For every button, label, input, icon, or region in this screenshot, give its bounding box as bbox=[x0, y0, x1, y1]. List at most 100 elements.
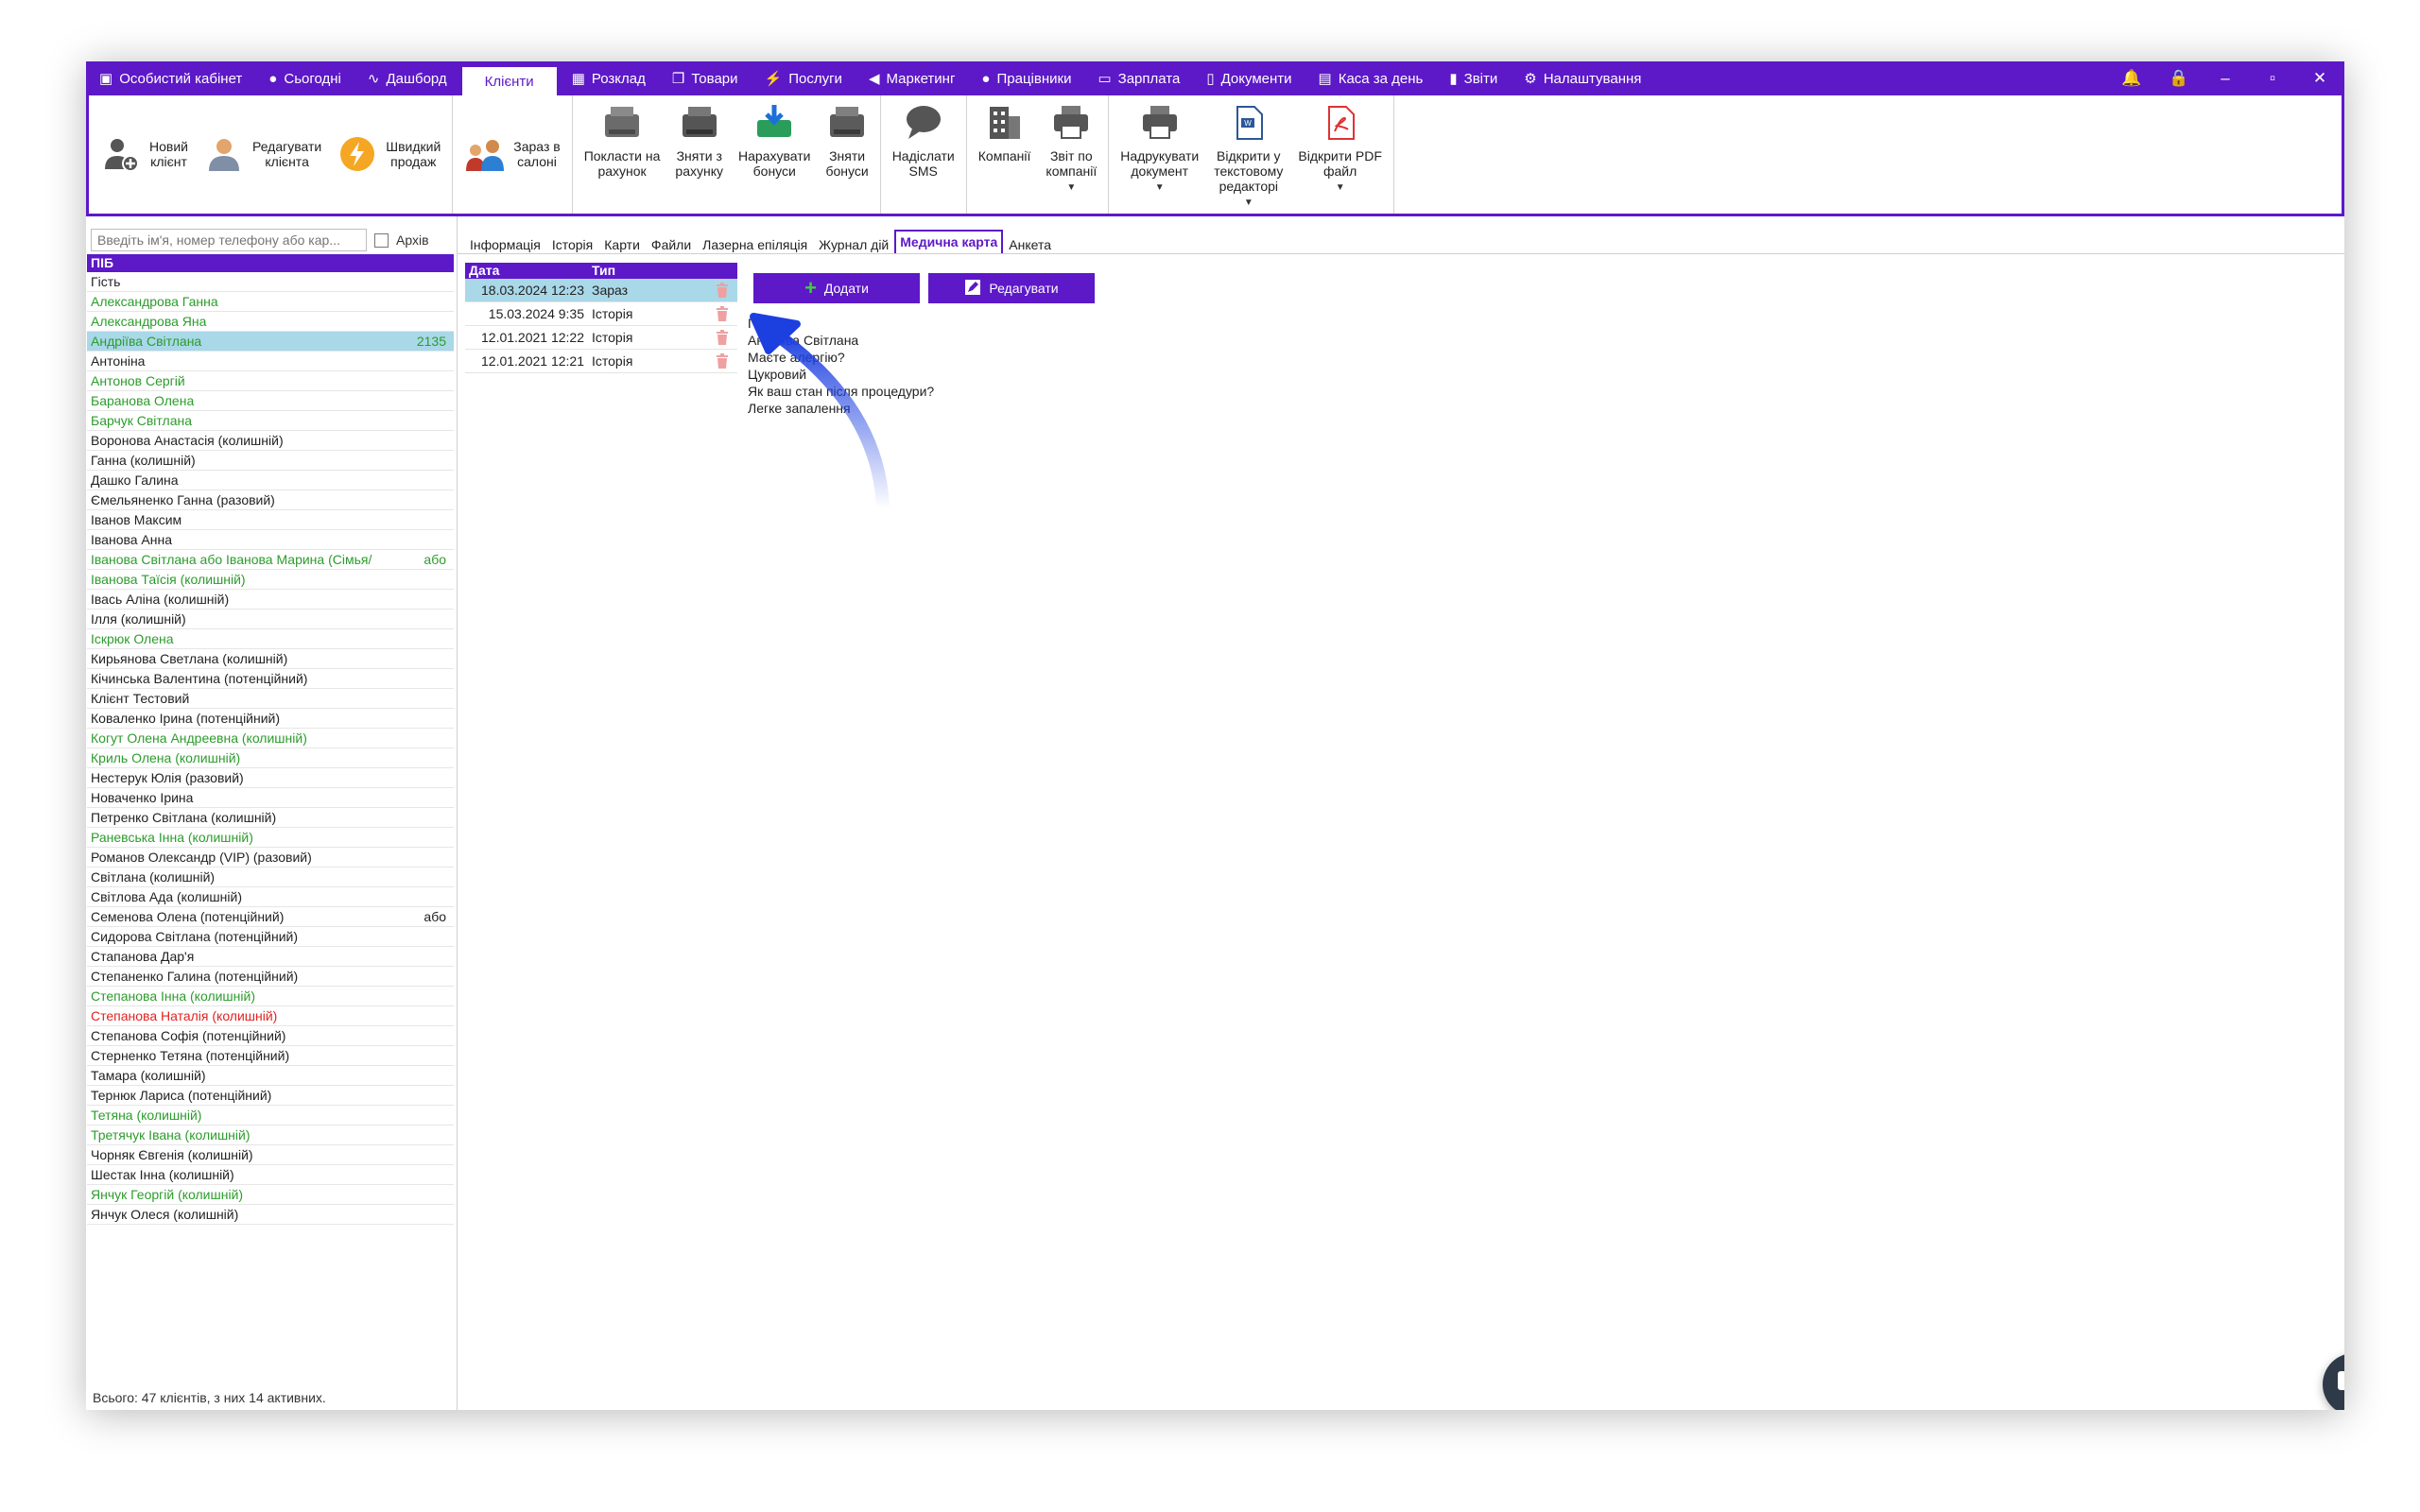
client-row[interactable]: Іванова Таїсія (колишній) bbox=[87, 570, 454, 590]
trash-icon[interactable] bbox=[707, 350, 737, 372]
open-pdf-button[interactable]: Відкрити PDF файл ▼ bbox=[1290, 95, 1389, 196]
client-row[interactable]: Ілля (колишній) bbox=[87, 610, 454, 629]
content-tab-1[interactable]: Історія bbox=[546, 235, 598, 254]
print-document-button[interactable]: Надрукувати документ ▼ bbox=[1113, 95, 1206, 196]
archive-checkbox[interactable] bbox=[374, 232, 389, 248]
menu-tab-1[interactable]: ● Сьогодні bbox=[255, 61, 354, 95]
content-tab-3[interactable]: Файли bbox=[646, 235, 697, 254]
chevron-down-icon[interactable]: ▼ bbox=[1066, 180, 1076, 196]
client-row[interactable]: Андріїва Світлана 2135 bbox=[87, 332, 454, 352]
client-search-input[interactable] bbox=[91, 229, 367, 251]
client-row[interactable]: Тетяна (колишній) bbox=[87, 1106, 454, 1125]
client-row[interactable]: Тернюк Лариса (потенційний) bbox=[87, 1086, 454, 1106]
client-row[interactable]: Ємельяненко Ганна (разовий) bbox=[87, 490, 454, 510]
content-tab-7[interactable]: Анкета bbox=[1003, 235, 1057, 254]
client-row[interactable]: Дашко Галина bbox=[87, 471, 454, 490]
new-client-button[interactable]: Новий клієнт bbox=[93, 131, 196, 177]
quick-sale-button[interactable]: Швидкий продаж bbox=[329, 131, 448, 177]
content-tab-6[interactable]: Медична карта bbox=[894, 230, 1004, 254]
client-row[interactable]: Криль Олена (колишній) bbox=[87, 748, 454, 768]
open-text-editor-button[interactable]: W Відкрити у текстовому редакторі ▼ bbox=[1206, 95, 1290, 211]
client-row[interactable]: Клієнт Тестовий bbox=[87, 689, 454, 709]
client-row[interactable]: Іванов Максим bbox=[87, 510, 454, 530]
content-tab-0[interactable]: Інформація bbox=[464, 235, 546, 254]
client-row[interactable]: Александрова Яна bbox=[87, 312, 454, 332]
client-row[interactable]: Баранова Олена bbox=[87, 391, 454, 411]
client-row[interactable]: Іванова Світлана або Іванова Марина (Сім… bbox=[87, 550, 454, 570]
edit-button[interactable]: Редагувати bbox=[928, 273, 1095, 303]
client-row[interactable]: Коваленко Ірина (потенційний) bbox=[87, 709, 454, 729]
client-row[interactable]: Чорняк Євгенія (колишній) bbox=[87, 1145, 454, 1165]
client-row[interactable]: Янчук Георгій (колишній) bbox=[87, 1185, 454, 1205]
trash-icon[interactable] bbox=[707, 302, 737, 325]
client-row[interactable]: Антоніна bbox=[87, 352, 454, 371]
chevron-down-icon[interactable]: ▼ bbox=[1155, 180, 1165, 196]
bell-icon[interactable]: 🔔 bbox=[2121, 69, 2141, 88]
client-row[interactable]: Стерненко Тетяна (потенційний) bbox=[87, 1046, 454, 1066]
edit-client-button[interactable]: Редагувати клієнта bbox=[196, 131, 329, 177]
client-row[interactable]: Третячук Івана (колишній) bbox=[87, 1125, 454, 1145]
menu-tab-11[interactable]: ▤ Каса за день bbox=[1305, 61, 1437, 95]
menu-tab-0[interactable]: ▣ Особистий кабінет bbox=[86, 61, 255, 95]
menu-tab-13[interactable]: ⚙ Налаштування bbox=[1511, 61, 1654, 95]
in-salon-button[interactable]: Зараз в салоні bbox=[457, 131, 567, 177]
chevron-down-icon[interactable]: ▼ bbox=[1244, 196, 1253, 211]
content-tab-2[interactable]: Карти bbox=[598, 235, 646, 254]
client-row[interactable]: Світлана (колишній) bbox=[87, 868, 454, 887]
client-row[interactable]: Когут Олена Андреевна (колишній) bbox=[87, 729, 454, 748]
client-row[interactable]: Івась Аліна (колишній) bbox=[87, 590, 454, 610]
client-row[interactable]: Барчук Світлана bbox=[87, 411, 454, 431]
trash-icon[interactable] bbox=[707, 279, 737, 301]
trash-icon[interactable] bbox=[707, 326, 737, 349]
deposit-button[interactable]: Покласти на рахунок bbox=[577, 95, 668, 179]
client-row[interactable]: Петренко Світлана (колишній) bbox=[87, 808, 454, 828]
client-row[interactable]: Воронова Анастасія (колишній) bbox=[87, 431, 454, 451]
menu-tab-12[interactable]: ▮ Звіти bbox=[1436, 61, 1511, 95]
client-row[interactable]: Новаченко Ірина bbox=[87, 788, 454, 808]
client-row[interactable]: Янчук Олеся (колишній) bbox=[87, 1205, 454, 1225]
menu-tab-9[interactable]: ▭ Зарплата bbox=[1084, 61, 1193, 95]
close-icon[interactable]: ✕ bbox=[2310, 69, 2329, 88]
client-row[interactable]: Степанова Софія (потенційний) bbox=[87, 1026, 454, 1046]
client-row[interactable]: Раневська Інна (колишній) bbox=[87, 828, 454, 848]
content-tab-4[interactable]: Лазерна епіляція bbox=[697, 235, 813, 254]
client-row[interactable]: Кічинська Валентина (потенційний) bbox=[87, 669, 454, 689]
add-button[interactable]: + Додати bbox=[753, 273, 920, 303]
client-row[interactable]: Іванова Анна bbox=[87, 530, 454, 550]
client-row[interactable]: Степаненко Галина (потенційний) bbox=[87, 967, 454, 987]
client-row[interactable]: Кирьянова Светлана (колишній) bbox=[87, 649, 454, 669]
withdraw-button[interactable]: Зняти з рахунку bbox=[667, 95, 731, 179]
client-row[interactable]: Степанова Наталія (колишній) bbox=[87, 1006, 454, 1026]
company-report-button[interactable]: Звіт по компанії ▼ bbox=[1038, 95, 1104, 196]
menu-tab-8[interactable]: ● Працівники bbox=[968, 61, 1084, 95]
record-row[interactable]: 12.01.2021 12:21 Історія bbox=[465, 350, 737, 373]
remove-bonus-button[interactable]: Зняти бонуси bbox=[818, 95, 875, 179]
menu-tab-2[interactable]: ∿ Дашборд bbox=[354, 61, 460, 95]
client-row[interactable]: Світлова Ада (колишній) bbox=[87, 887, 454, 907]
client-row[interactable]: Романов Олександр (VIP) (разовий) bbox=[87, 848, 454, 868]
menu-tab-5[interactable]: ❒ Товари bbox=[659, 61, 752, 95]
send-sms-button[interactable]: Надіслати SMS bbox=[885, 95, 962, 179]
client-row[interactable]: Гість bbox=[87, 272, 454, 292]
menu-tab-7[interactable]: ◀ Маркетинг bbox=[856, 61, 968, 95]
content-tab-5[interactable]: Журнал дій bbox=[813, 235, 894, 254]
client-row[interactable]: Тамара (колишній) bbox=[87, 1066, 454, 1086]
client-row[interactable]: Александрова Ганна bbox=[87, 292, 454, 312]
client-row[interactable]: Іскрюк Олена bbox=[87, 629, 454, 649]
restore-icon[interactable]: ▫ bbox=[2263, 69, 2282, 88]
menu-tab-3[interactable]: Клієнти bbox=[461, 67, 557, 95]
client-row[interactable]: Степанова Інна (колишній) bbox=[87, 987, 454, 1006]
chat-button[interactable] bbox=[2323, 1353, 2344, 1410]
menu-tab-10[interactable]: ▯ Документи bbox=[1193, 61, 1305, 95]
menu-tab-4[interactable]: ▦ Розклад bbox=[559, 61, 659, 95]
record-row[interactable]: 15.03.2024 9:35 Історія bbox=[465, 302, 737, 326]
client-row[interactable]: Сидорова Світлана (потенційний) bbox=[87, 927, 454, 947]
client-row[interactable]: Ганна (колишній) bbox=[87, 451, 454, 471]
companies-button[interactable]: Компанії bbox=[971, 95, 1039, 163]
client-row[interactable]: Шестак Інна (колишній) bbox=[87, 1165, 454, 1185]
record-row[interactable]: 12.01.2021 12:22 Історія bbox=[465, 326, 737, 350]
client-row[interactable]: Стапанова Дар'я bbox=[87, 947, 454, 967]
menu-tab-6[interactable]: ⚡ Послуги bbox=[752, 61, 856, 95]
record-row[interactable]: 18.03.2024 12:23 Зараз bbox=[465, 279, 737, 302]
lock-icon[interactable]: 🔒 bbox=[2169, 69, 2188, 88]
